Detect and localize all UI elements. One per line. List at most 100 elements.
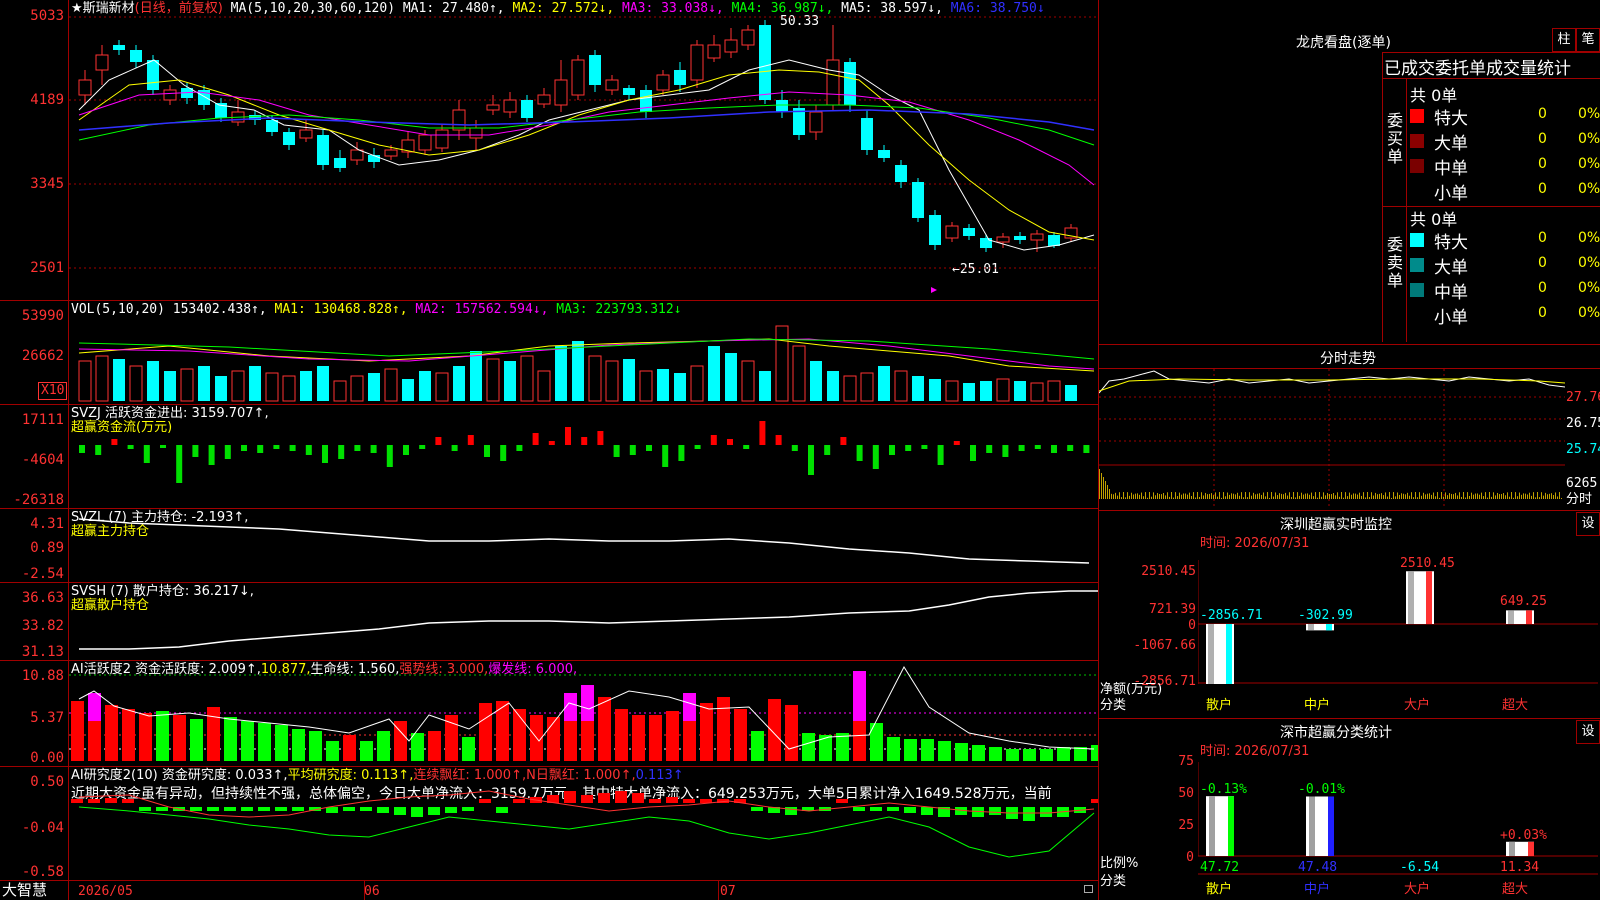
research-bar: [1023, 807, 1035, 821]
tick-view-button[interactable]: 笔: [1576, 28, 1600, 52]
volume-bar: [843, 375, 857, 402]
research-bar: [241, 807, 253, 811]
intraday-volume-bar: [1255, 494, 1256, 499]
intraday-volume-bar: [1137, 493, 1138, 499]
flow-bar: [257, 445, 264, 453]
intraday-volume-bar: [1499, 494, 1500, 499]
flow-bar: [435, 437, 442, 445]
ratio-mid: -0.01%: [1298, 782, 1345, 797]
intraday-volume-bar: [1353, 493, 1354, 499]
research-bar: [139, 807, 151, 811]
research-bar: [377, 807, 389, 813]
sz-monitor-settings-button[interactable]: 设: [1576, 512, 1600, 536]
y-tick: 2501: [30, 260, 64, 276]
intraday-volume-bar: [1299, 495, 1300, 499]
volume-bar: [164, 371, 176, 401]
intraday-volume-bar: [1205, 492, 1206, 499]
intraday-volume-bar: [1327, 493, 1328, 499]
volume-bar: [350, 375, 364, 402]
divider: [0, 880, 1098, 881]
retail-position-chart[interactable]: [69, 583, 1098, 660]
intraday-volume-bar: [1161, 494, 1162, 499]
research-bar: [122, 799, 134, 803]
y-tick: 0: [1186, 850, 1194, 865]
intraday-volume-bar: [1171, 492, 1172, 499]
intraday-volume-bar: [1439, 497, 1440, 499]
kline-chart[interactable]: [69, 0, 1098, 300]
lhb-tabs[interactable]: 已成交委托单成交量统计: [1384, 54, 1600, 79]
research-bar: [207, 807, 219, 811]
intraday-volume-bar: [1291, 497, 1292, 499]
research-bar: [921, 807, 933, 815]
ai-activity-bar: [207, 707, 220, 761]
flow-bar: [160, 445, 166, 448]
flow-bar: [532, 433, 539, 445]
volume-bar: [860, 372, 874, 402]
candle: [741, 29, 755, 46]
x-tick: 07: [720, 884, 736, 899]
value-xlarge: 11.34: [1500, 860, 1540, 875]
flow-bar: [921, 445, 928, 449]
intraday-volume-bar: [1189, 492, 1190, 499]
divider: [1382, 52, 1600, 53]
intraday-volume-bar: [1123, 492, 1124, 499]
candle: [350, 149, 364, 161]
y-tick: 36.63: [21, 590, 64, 606]
research-bar: [989, 807, 1001, 815]
ai-research-chart[interactable]: [69, 767, 1098, 880]
candle: [623, 88, 635, 95]
volume-bar: [657, 369, 669, 401]
intraday-volume-bar: [1377, 494, 1378, 499]
sz-stats-settings-button[interactable]: 设: [1576, 720, 1600, 744]
order-percent: 0%: [1578, 156, 1600, 172]
ai-activity-bar: [377, 731, 390, 761]
ai-activity-chart[interactable]: [69, 661, 1098, 766]
bar-view-button[interactable]: 柱: [1552, 28, 1576, 52]
fund-flow-chart[interactable]: [69, 405, 1098, 508]
candle: [690, 44, 704, 81]
flow-bar: [1067, 445, 1074, 451]
y-tick: 17111: [21, 412, 64, 428]
main-position-chart[interactable]: [69, 509, 1098, 582]
ai-activity-bar: [955, 743, 968, 761]
intraday-volume-bar: [1373, 495, 1374, 499]
intraday-volume-bar: [1219, 492, 1220, 499]
intraday-volume-bar: [1479, 494, 1480, 499]
sz-monitor-time: 时间: 2026/07/31: [1200, 536, 1310, 551]
intraday-volume-bar: [1107, 485, 1108, 499]
research-bar: [513, 799, 525, 803]
vol-unit-toggle[interactable]: X10: [38, 382, 68, 400]
ai-activity-bar: [649, 715, 662, 761]
ai-activity-bar: [190, 719, 203, 761]
intraday-volume-bar: [1129, 495, 1130, 499]
intraday-volume-bar: [1159, 493, 1160, 499]
research-bar: [496, 807, 508, 813]
bar-shade: [1209, 796, 1215, 856]
intraday-volume-bar: [1415, 492, 1416, 499]
intraday-volume-bar: [1199, 496, 1200, 499]
volume-bar: [95, 355, 109, 402]
intraday-volume-bar: [1473, 494, 1474, 499]
ai-activity-bar: [479, 703, 492, 761]
lock-icon[interactable]: [1084, 885, 1093, 893]
intraday-volume-bar: [1391, 497, 1392, 499]
volume-bar: [113, 359, 125, 401]
flow-bar: [208, 445, 215, 465]
intraday-chart[interactable]: [1099, 369, 1565, 509]
intraday-volume-bar: [1263, 492, 1264, 499]
flow-bar: [305, 445, 312, 455]
research-bar: [1091, 799, 1098, 803]
intraday-volume-bar: [1501, 493, 1502, 499]
ai-activity-bar: [1023, 749, 1036, 761]
intraday-volume-bar: [1105, 481, 1106, 499]
y-tick: 26662: [21, 348, 64, 364]
candle: [418, 134, 432, 151]
intraday-volume-bar: [1433, 492, 1434, 499]
y-tick: -2.54: [21, 566, 64, 582]
intraday-volume-bar: [1245, 492, 1246, 499]
volume-chart[interactable]: [69, 301, 1098, 404]
intraday-volume-bar: [1265, 496, 1266, 499]
intraday-volume-bar: [1361, 495, 1362, 499]
intraday-volume-bar: [1157, 493, 1158, 499]
y-tick: 26.75: [1566, 416, 1600, 431]
